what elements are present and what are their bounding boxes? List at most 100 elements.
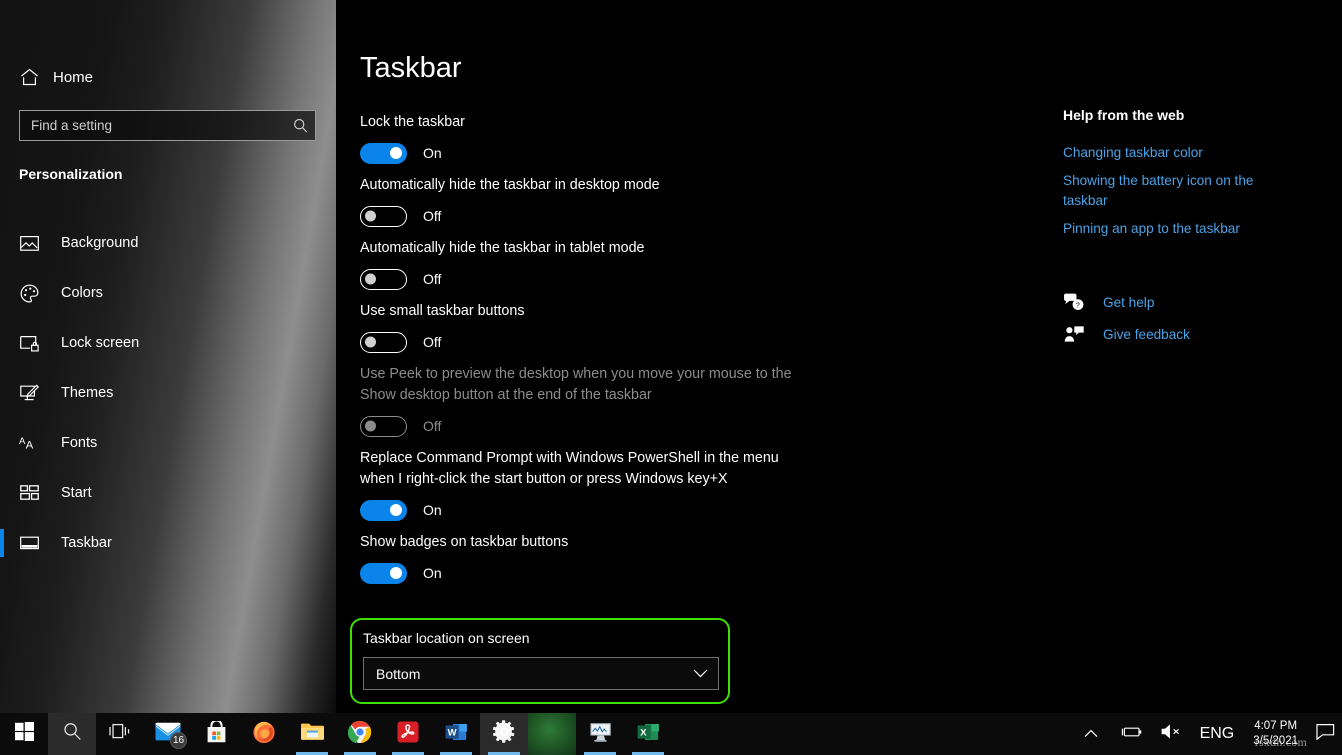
sidebar-item-lock-screen[interactable]: Lock screen <box>0 318 336 368</box>
toggle-row: Off <box>360 330 1040 354</box>
toggle-state-label: On <box>423 502 442 518</box>
settings-app[interactable] <box>480 713 528 755</box>
sidebar-item-taskbar[interactable]: Taskbar <box>0 518 336 568</box>
start-tiles-icon <box>19 483 39 503</box>
speaker-muted-icon <box>1161 724 1182 744</box>
toggle-row: Off <box>360 204 1040 228</box>
taskbar-location-value: Bottom <box>376 665 421 682</box>
sidebar-item-start[interactable]: Start <box>0 468 336 518</box>
palette-icon <box>19 283 39 303</box>
battery-button[interactable] <box>1112 713 1152 755</box>
sidebar-item-label: Start <box>61 485 92 501</box>
sidebar-item-fonts[interactable]: A A Fonts <box>0 418 336 468</box>
excel-app[interactable]: X <box>624 713 672 755</box>
watermark: rsxdn.com <box>1254 735 1307 749</box>
chevron-down-icon <box>693 669 708 678</box>
get-help-label: Get help <box>1103 294 1155 310</box>
battery-charging-icon <box>1121 725 1143 744</box>
toggle-small-buttons[interactable] <box>360 331 407 353</box>
volume-button[interactable] <box>1152 713 1191 755</box>
sidebar-home-label: Home <box>53 68 94 86</box>
start-button[interactable] <box>0 713 48 755</box>
toggle-lock-the-taskbar[interactable] <box>360 142 407 164</box>
setting-label: Show badges on taskbar buttons <box>360 534 569 550</box>
sidebar-category-title: Personalization <box>19 166 123 182</box>
task-view-icon <box>109 723 131 745</box>
setting-autohide-desktop: Automatically hide the taskbar in deskto… <box>360 175 1040 228</box>
sidebar-item-home[interactable]: Home <box>10 60 326 94</box>
setting-lock-the-taskbar: Lock the taskbar On <box>360 112 1040 165</box>
sidebar-item-label: Taskbar <box>61 535 112 551</box>
toggle-row: Off <box>360 414 1040 438</box>
setting-label: Automatically hide the taskbar in deskto… <box>360 177 660 193</box>
action-center-button[interactable] <box>1308 723 1342 745</box>
show-hidden-icons-button[interactable] <box>1070 713 1112 755</box>
get-help-action[interactable]: ? Get help <box>1063 286 1313 318</box>
give-feedback-action[interactable]: Give feedback <box>1063 318 1313 350</box>
mail-app[interactable]: 16 <box>144 713 192 755</box>
toggle-autohide-tablet[interactable] <box>360 268 407 290</box>
toggle-state-label: Off <box>423 208 442 224</box>
microsoft-store-app[interactable] <box>192 713 240 755</box>
sidebar-item-label: Fonts <box>61 435 98 451</box>
svg-text:?: ? <box>1075 303 1079 310</box>
toggle-state-label: On <box>423 565 442 581</box>
task-view-button[interactable] <box>96 713 144 755</box>
help-panel-title: Help from the web <box>1063 107 1185 123</box>
taskbar-location-dropdown[interactable]: Bottom <box>363 657 719 690</box>
feedback-person-icon <box>1063 323 1085 345</box>
task-manager-icon <box>588 721 613 748</box>
search-icon <box>63 722 82 746</box>
main-content: Taskbar Lock the taskbar On Automaticall… <box>336 0 1056 713</box>
firefox-app[interactable] <box>240 713 288 755</box>
help-link[interactable]: Showing the battery icon on the taskbar <box>1063 171 1293 211</box>
toggle-row: On <box>360 561 1040 585</box>
settings-window: Settings <box>0 0 1342 713</box>
windows-logo-icon <box>14 722 34 746</box>
svg-text:X: X <box>640 727 647 738</box>
svg-text:W: W <box>448 727 457 738</box>
taskbar-spacer <box>672 713 1070 755</box>
picture-icon <box>19 233 39 253</box>
toggle-state-label: Off <box>423 271 442 287</box>
sidebar-nav-list: Background Colors Lock screen Themes A A… <box>0 218 336 568</box>
sidebar-item-label: Background <box>61 235 139 251</box>
sidebar-item-label: Lock screen <box>61 335 140 351</box>
sidebar-item-themes[interactable]: Themes <box>0 368 336 418</box>
search-button[interactable] <box>48 713 96 755</box>
word-app[interactable]: W <box>432 713 480 755</box>
home-icon <box>19 67 39 87</box>
green-preview-thumbnail[interactable] <box>528 713 576 755</box>
lock-screen-icon <box>19 333 39 353</box>
toggle-row: Off <box>360 267 1040 291</box>
search-input[interactable] <box>20 111 285 140</box>
file-explorer-app[interactable] <box>288 713 336 755</box>
taskbar-icon <box>19 533 39 553</box>
sidebar-item-label: Themes <box>61 385 114 401</box>
firefox-icon <box>252 720 276 749</box>
toggle-state-label: Off <box>423 334 442 350</box>
word-icon: W <box>445 721 468 748</box>
setting-autohide-tablet: Automatically hide the taskbar in tablet… <box>360 238 1040 291</box>
mail-badge-count: 16 <box>170 732 187 749</box>
sidebar-item-background[interactable]: Background <box>0 218 336 268</box>
search-icon <box>285 118 315 133</box>
search-setting-box[interactable] <box>19 110 316 141</box>
taskbar-location-highlight: Taskbar location on screen Bottom <box>350 618 730 704</box>
google-chrome-app[interactable] <box>336 713 384 755</box>
adobe-reader-app[interactable] <box>384 713 432 755</box>
action-center-icon <box>1315 723 1335 745</box>
store-icon <box>206 719 227 748</box>
taskbar-location-label: Taskbar location on screen <box>363 630 530 646</box>
settings-sidebar: Home Personalization <box>0 0 336 713</box>
help-link[interactable]: Pinning an app to the taskbar <box>1063 219 1293 239</box>
toggle-show-badges[interactable] <box>360 562 407 584</box>
sidebar-item-colors[interactable]: Colors <box>0 268 336 318</box>
task-manager-app[interactable] <box>576 713 624 755</box>
toggle-replace-command-prompt[interactable] <box>360 499 407 521</box>
help-link[interactable]: Changing taskbar color <box>1063 143 1293 163</box>
language-indicator[interactable]: ENG <box>1191 713 1244 755</box>
setting-label: Use Peek to preview the desktop when you… <box>360 366 792 403</box>
adobe-acrobat-icon <box>397 721 419 748</box>
toggle-autohide-desktop[interactable] <box>360 205 407 227</box>
